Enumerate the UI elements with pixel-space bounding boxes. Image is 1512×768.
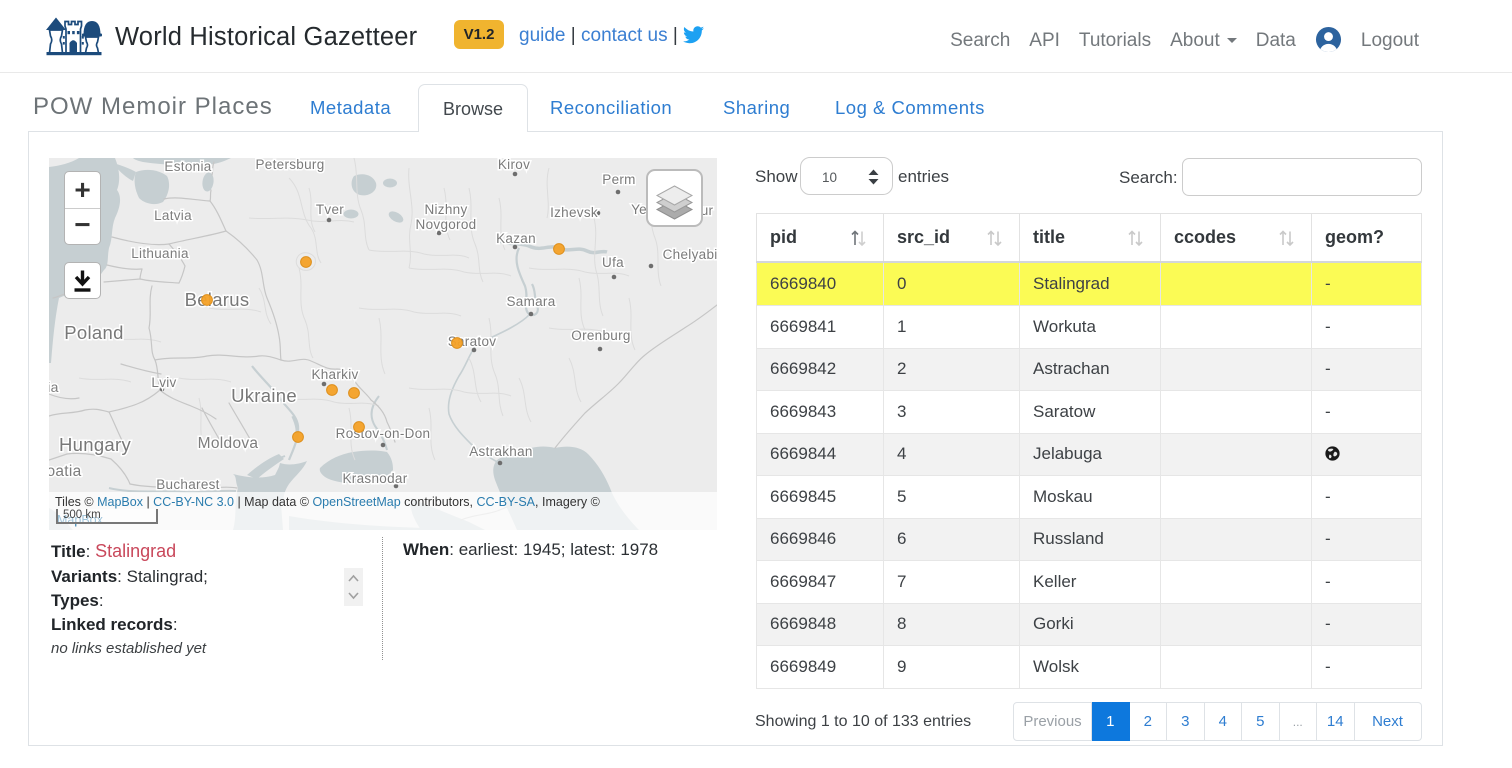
svg-text:Chelyabin: Chelyabin (663, 247, 717, 262)
svg-text:oatia: oatia (49, 463, 82, 480)
svg-text:Orenburg: Orenburg (571, 328, 630, 343)
svg-text:Moldova: Moldova (198, 435, 259, 452)
svg-text:Izhevsk: Izhevsk (550, 205, 598, 220)
svg-text:Perm: Perm (602, 172, 635, 187)
svg-text:Ufa: Ufa (602, 255, 624, 270)
svg-text:Lviv: Lviv (151, 375, 176, 390)
svg-text:Kirov: Kirov (498, 158, 530, 172)
svg-text:Ye: Ye (631, 202, 647, 217)
svg-text:Lithuania: Lithuania (131, 246, 189, 261)
svg-text:Petersburg: Petersburg (255, 158, 324, 172)
svg-text:Latvia: Latvia (154, 208, 192, 223)
svg-text:Astrakhan: Astrakhan (469, 444, 532, 459)
svg-text:Kharkiv: Kharkiv (311, 367, 358, 382)
svg-text:Bucharest: Bucharest (156, 477, 219, 492)
svg-text:Nizhny: Nizhny (424, 202, 467, 217)
svg-text:Belarus: Belarus (185, 289, 250, 310)
svg-text:Estonia: Estonia (164, 159, 211, 174)
svg-text:Hungary: Hungary (59, 434, 131, 455)
svg-text:Krasnodar: Krasnodar (343, 471, 408, 486)
svg-text:Kazan: Kazan (496, 231, 536, 246)
svg-text:Tver: Tver (316, 202, 344, 217)
svg-text:Samara: Samara (506, 294, 555, 309)
svg-text:Novgorod: Novgorod (416, 217, 477, 232)
svg-text:Rostov-on-Don: Rostov-on-Don (336, 426, 431, 441)
svg-text:ia: ia (49, 379, 59, 395)
svg-text:Poland: Poland (64, 322, 123, 343)
svg-text:Ukraine: Ukraine (231, 385, 297, 406)
